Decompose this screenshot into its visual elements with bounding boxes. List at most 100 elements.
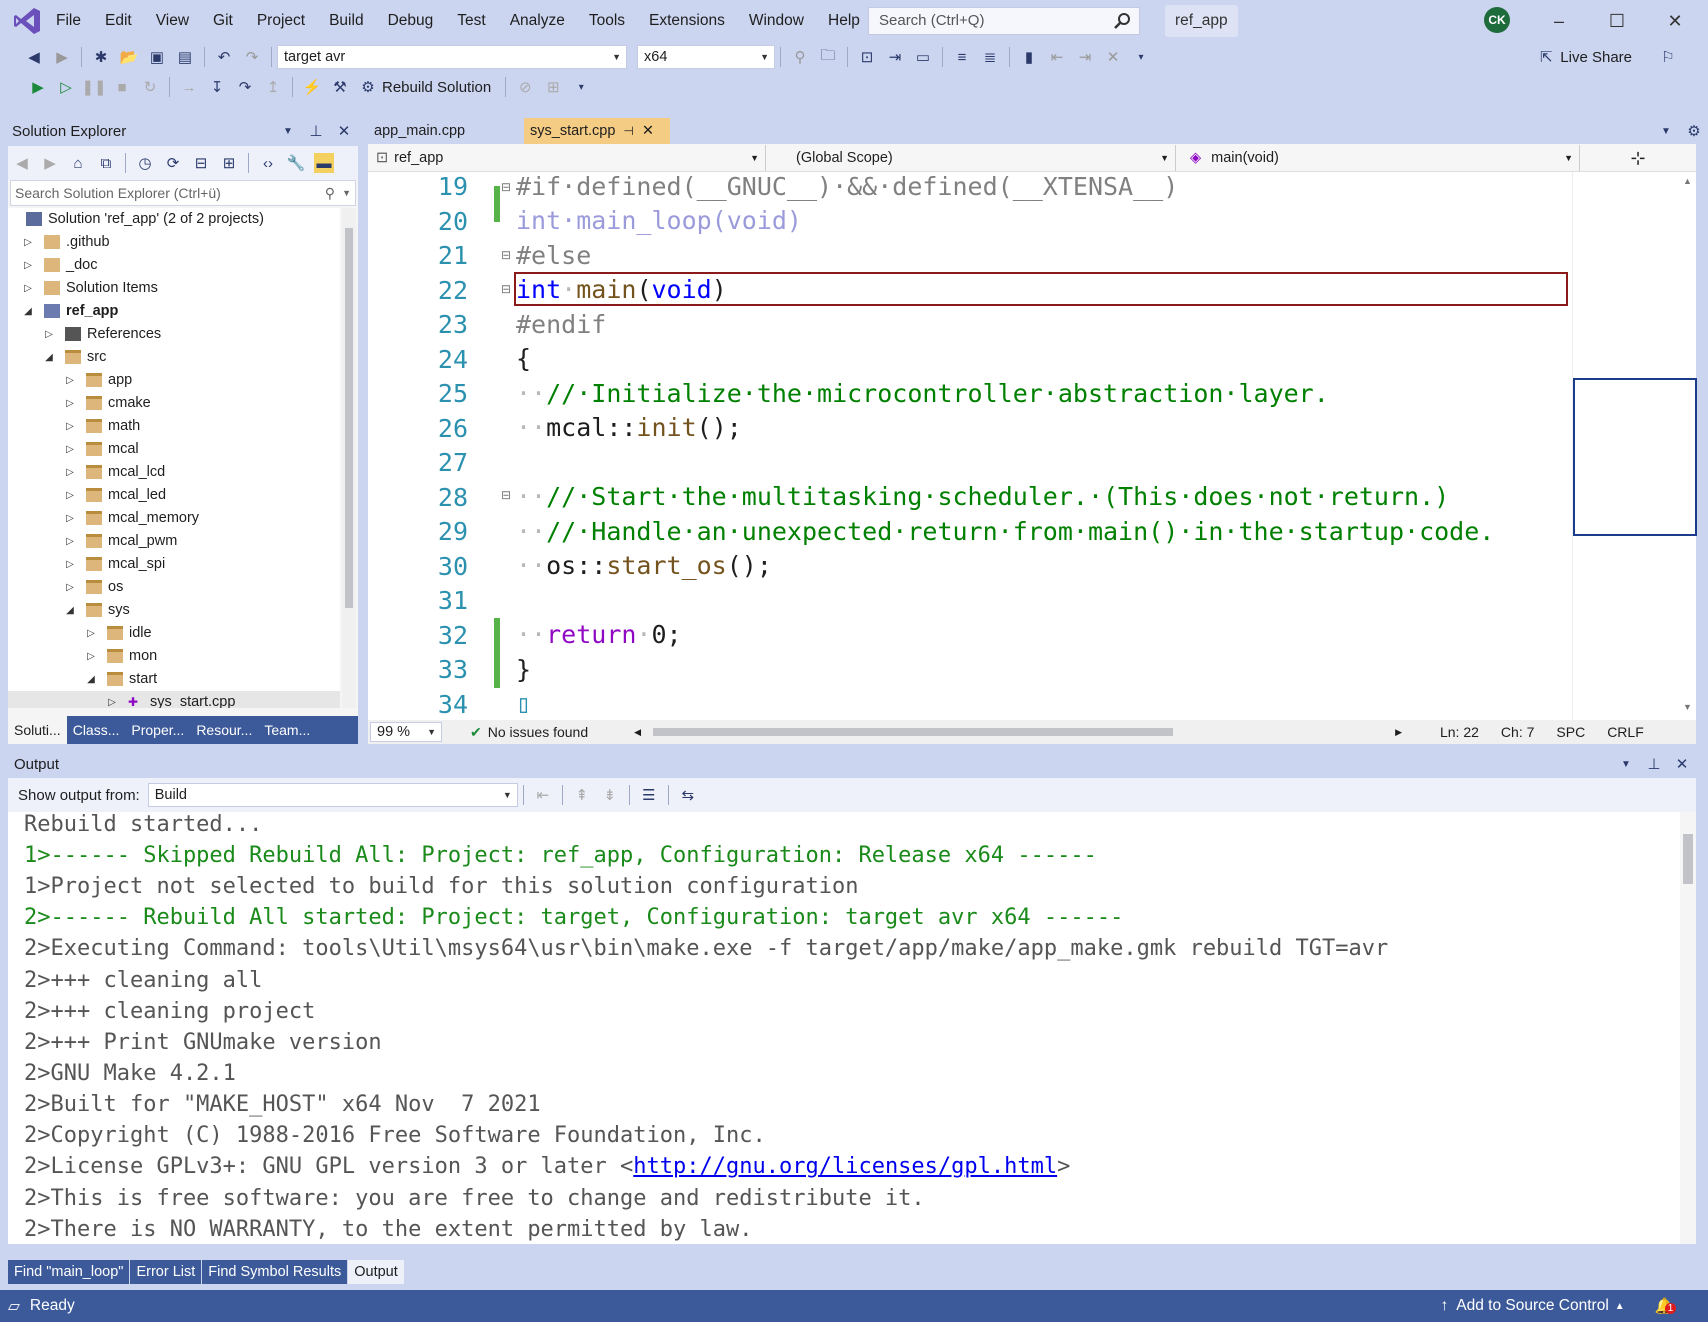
se-back-icon[interactable]: ◀: [12, 153, 32, 173]
sync-icon[interactable]: ⟳: [163, 153, 183, 173]
tab-properties[interactable]: Proper...: [125, 716, 190, 744]
se-search-dropdown-icon[interactable]: ▼: [342, 181, 351, 205]
expand-icon[interactable]: ▷: [64, 484, 76, 507]
search-box[interactable]: Search (Ctrl+Q): [868, 7, 1140, 35]
tab-find-results[interactable]: Find "main_loop": [8, 1260, 130, 1284]
attach-icon[interactable]: ⚲: [790, 47, 810, 67]
close-button[interactable]: ✕: [1646, 0, 1704, 42]
tab-settings-icon[interactable]: ⚙: [1684, 121, 1704, 141]
tab-sys-start[interactable]: sys_start.cpp ⊣ ✕: [524, 118, 670, 144]
outdent-icon[interactable]: ≡: [952, 47, 972, 67]
tree-node[interactable]: ◢ ref_app: [8, 300, 340, 323]
tree-node[interactable]: ▷ cmake: [8, 392, 340, 415]
show-next-statement-icon[interactable]: →: [179, 77, 199, 97]
notifications-bell-icon[interactable]: 🔔 1: [1655, 1297, 1677, 1316]
tree-node[interactable]: ▷ os: [8, 576, 340, 599]
menu-test[interactable]: Test: [445, 0, 497, 42]
code-editor[interactable]: 19 20 21 22 23 24 25 26 27 28 29 30 31 32 33 34 ⊟ ⊟ ⊟ ⊟…: [368, 172, 1572, 720]
h-scroll-left-icon[interactable]: ◀: [634, 727, 641, 738]
maximize-button[interactable]: ☐: [1588, 0, 1646, 42]
step-over-icon[interactable]: ↷: [235, 77, 255, 97]
output-pin-icon[interactable]: ⊥: [1644, 755, 1664, 775]
toolbar-overflow-icon[interactable]: ▾: [1131, 47, 1151, 67]
expand-icon[interactable]: ▷: [85, 622, 97, 645]
menu-build[interactable]: Build: [317, 0, 375, 42]
tree-node[interactable]: ▷ References: [8, 323, 340, 346]
indent-icon[interactable]: ≣: [980, 47, 1000, 67]
tools-icon[interactable]: ⊞: [543, 77, 563, 97]
expand-icon[interactable]: ▷: [106, 691, 118, 708]
fold-icon[interactable]: ⊟: [501, 488, 511, 502]
save-all-icon[interactable]: ▤: [175, 47, 195, 67]
platform-select[interactable]: x64 ▼: [637, 45, 775, 69]
home-icon[interactable]: ⌂: [68, 153, 88, 173]
tree-node[interactable]: ▷ mcal_lcd: [8, 461, 340, 484]
tree-node[interactable]: Solution 'ref_app' (2 of 2 projects): [8, 208, 340, 231]
horizontal-scrollbar[interactable]: [653, 728, 1174, 736]
menu-debug[interactable]: Debug: [376, 0, 446, 42]
tab-error-list[interactable]: Error List: [130, 1260, 202, 1284]
preview-icon[interactable]: ▬: [314, 153, 334, 173]
zoom-select[interactable]: 99 % ▼: [370, 722, 442, 742]
redo-icon[interactable]: ↷: [242, 47, 262, 67]
issues-status[interactable]: No issues found: [488, 724, 588, 740]
panel-dropdown-icon[interactable]: ▼: [278, 122, 298, 142]
tab-find-symbol-results[interactable]: Find Symbol Results: [202, 1260, 348, 1284]
bookmark-icon[interactable]: ▮: [1019, 47, 1039, 67]
line-indicator[interactable]: Ln: 22: [1440, 724, 1479, 740]
start-icon[interactable]: ▶: [28, 77, 48, 97]
tree-node[interactable]: ◢ src: [8, 346, 340, 369]
pending-changes-icon[interactable]: ◷: [135, 153, 155, 173]
se-forward-icon[interactable]: ▶: [40, 153, 60, 173]
screenshot-icon[interactable]: ⊡: [857, 47, 877, 67]
next-message-icon[interactable]: ⇟: [600, 785, 620, 805]
split-editor-button[interactable]: ⊹: [1580, 145, 1696, 171]
expand-icon[interactable]: ▷: [22, 231, 34, 254]
tree-node[interactable]: ▷ .github: [8, 231, 340, 254]
line-ending-indicator[interactable]: CRLF: [1607, 724, 1644, 740]
collapse-icon[interactable]: ◢: [43, 346, 55, 369]
expand-icon[interactable]: ▷: [85, 645, 97, 668]
next-bookmark-icon[interactable]: ⇥: [1075, 47, 1095, 67]
collapse-icon[interactable]: ◢: [22, 300, 34, 323]
forward-icon[interactable]: ▶: [52, 47, 72, 67]
new-item-icon[interactable]: ✱: [91, 47, 111, 67]
view-code-icon[interactable]: ‹›: [258, 153, 278, 173]
panel-close-icon[interactable]: ✕: [334, 122, 354, 142]
expand-icon[interactable]: ▷: [64, 576, 76, 599]
collapse-all-icon[interactable]: ⊟: [191, 153, 211, 173]
tree-node[interactable]: ▷ _doc: [8, 254, 340, 277]
menu-help[interactable]: Help: [816, 0, 872, 42]
tab-resources[interactable]: Resour...: [190, 716, 258, 744]
scope-nav-dropdown[interactable]: (Global Scope) ▼: [770, 145, 1176, 171]
fold-icon[interactable]: ⊟: [501, 180, 511, 194]
collapse-icon[interactable]: ◢: [85, 668, 97, 691]
expand-icon[interactable]: ▷: [43, 323, 55, 346]
restart-icon[interactable]: ↻: [140, 77, 160, 97]
tree-node[interactable]: ◢ sys: [8, 599, 340, 622]
feedback-icon[interactable]: ⚐: [1658, 47, 1678, 67]
hot-reload-icon[interactable]: ⚡: [302, 77, 322, 97]
tree-node[interactable]: ▷ mcal_spi: [8, 553, 340, 576]
expand-icon[interactable]: ▷: [64, 438, 76, 461]
tree-node[interactable]: ▷ ✚ sys_start.cpp: [8, 691, 340, 708]
expand-icon[interactable]: ▷: [64, 530, 76, 553]
rebuild-solution-button[interactable]: ⚙ Rebuild Solution: [354, 77, 491, 97]
output-source-select[interactable]: Build ▼: [147, 783, 518, 807]
tree-node[interactable]: ▷ math: [8, 415, 340, 438]
expand-icon[interactable]: ▷: [64, 369, 76, 392]
scrollbar-thumb[interactable]: [345, 228, 353, 608]
output-text[interactable]: Rebuild started... 1>------ Skipped Rebu…: [8, 812, 1696, 1244]
prev-message-icon[interactable]: ⇞: [572, 785, 592, 805]
menu-project[interactable]: Project: [245, 0, 317, 42]
tab-close-icon[interactable]: ✕: [642, 118, 654, 144]
open-folder-icon[interactable]: 📂: [119, 47, 139, 67]
properties-icon[interactable]: 🔧: [286, 153, 306, 173]
tab-pin-icon[interactable]: ⊣: [623, 118, 633, 144]
tree-node[interactable]: ▷ Solution Items: [8, 277, 340, 300]
tree-node[interactable]: ▷ mcal_pwm: [8, 530, 340, 553]
output-vscrollbar[interactable]: [1680, 812, 1696, 1244]
start-without-debugging-icon[interactable]: ▷: [56, 77, 76, 97]
clear-bookmarks-icon[interactable]: ✕: [1103, 47, 1123, 67]
minimap-viewport[interactable]: [1573, 378, 1697, 536]
